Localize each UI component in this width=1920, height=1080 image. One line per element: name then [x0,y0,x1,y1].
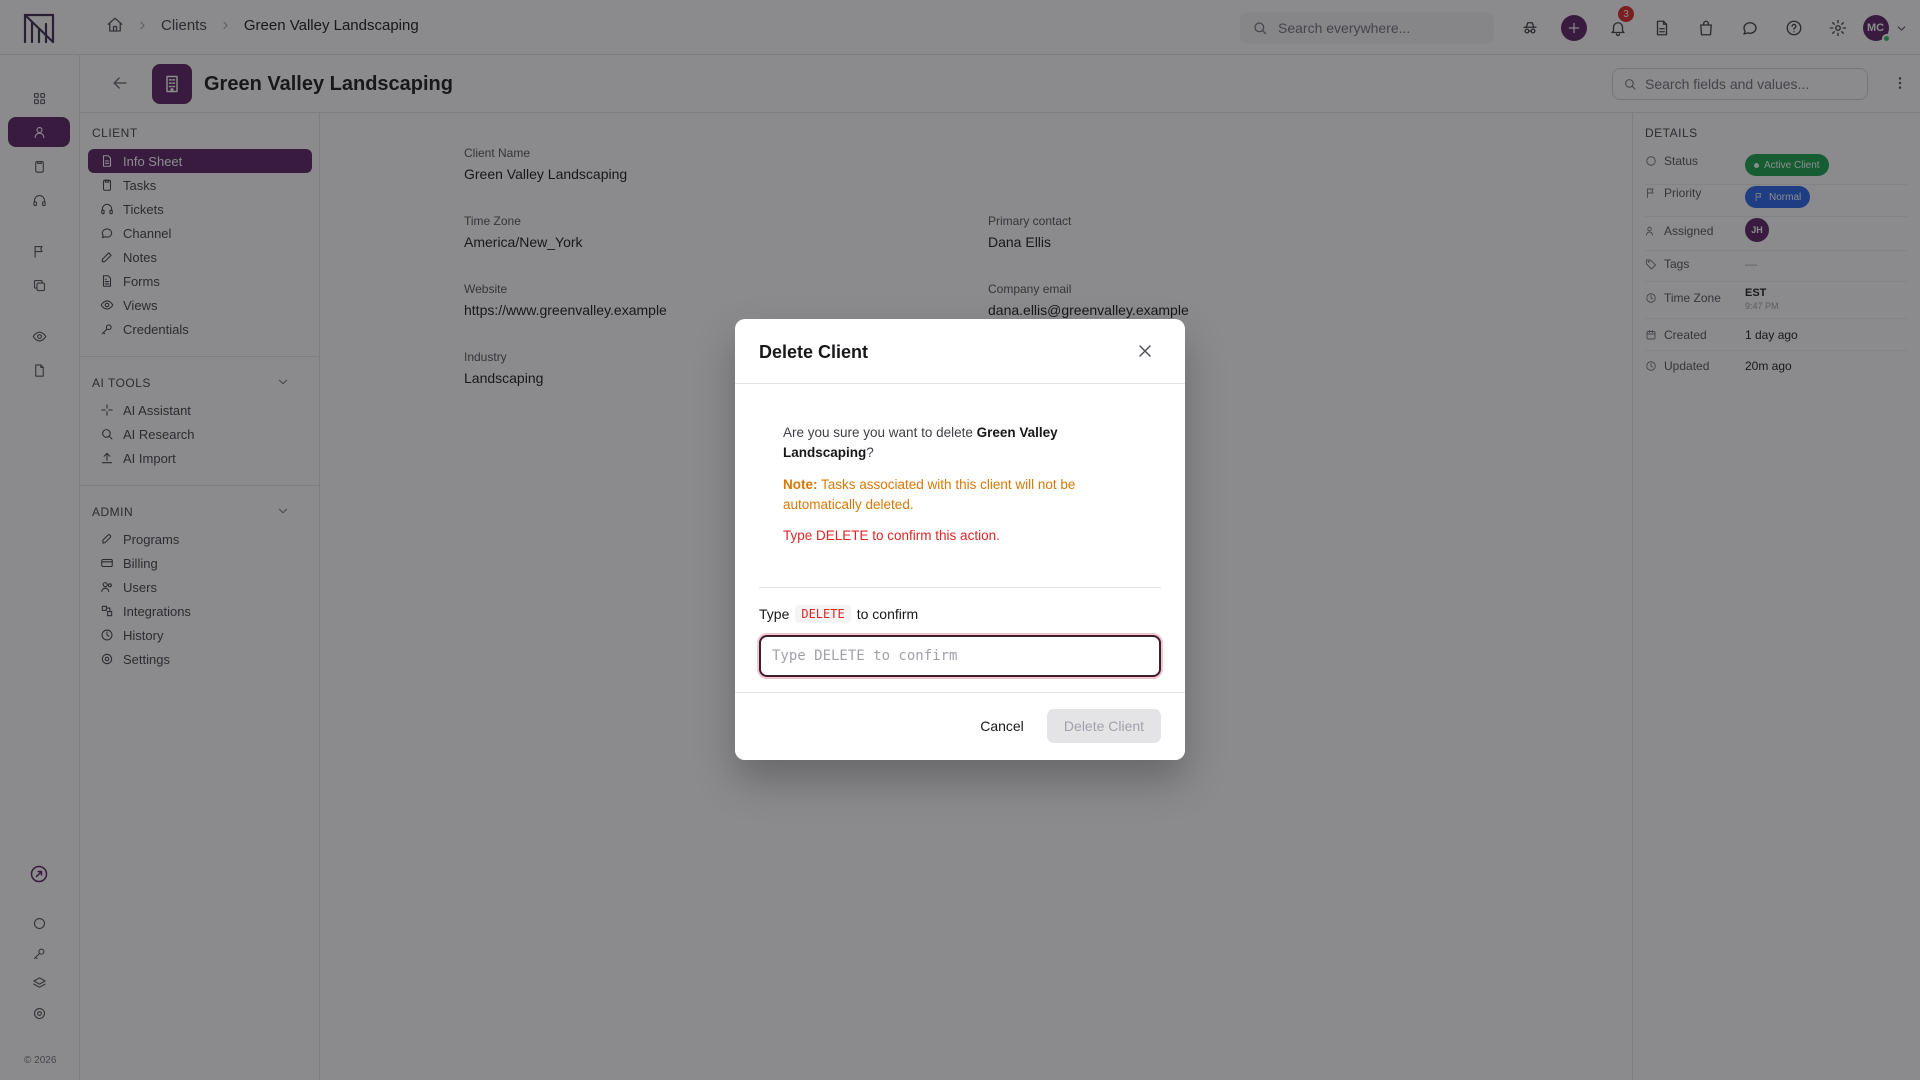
confirm-code: DELETE [795,605,851,623]
dialog-question: Are you sure you want to delete Green Va… [783,425,1058,460]
dialog-header: Delete Client [735,319,1185,384]
dialog-footer: Cancel Delete Client [735,692,1185,760]
dialog-warning: Type DELETE to confirm this action. [783,528,1000,543]
cancel-button[interactable]: Cancel [967,709,1037,743]
confirm-delete-input[interactable] [759,635,1161,677]
close-button[interactable] [1135,341,1155,361]
delete-client-dialog: Delete Client Are you sure you want to d… [735,319,1185,760]
dialog-title: Delete Client [759,342,869,362]
dialog-divider [759,587,1161,588]
delete-client-button[interactable]: Delete Client [1047,709,1161,743]
dialog-note: Note: Tasks associated with this client … [783,477,1076,512]
confirm-label: Type DELETE to confirm [759,605,919,623]
close-icon [1135,341,1155,361]
